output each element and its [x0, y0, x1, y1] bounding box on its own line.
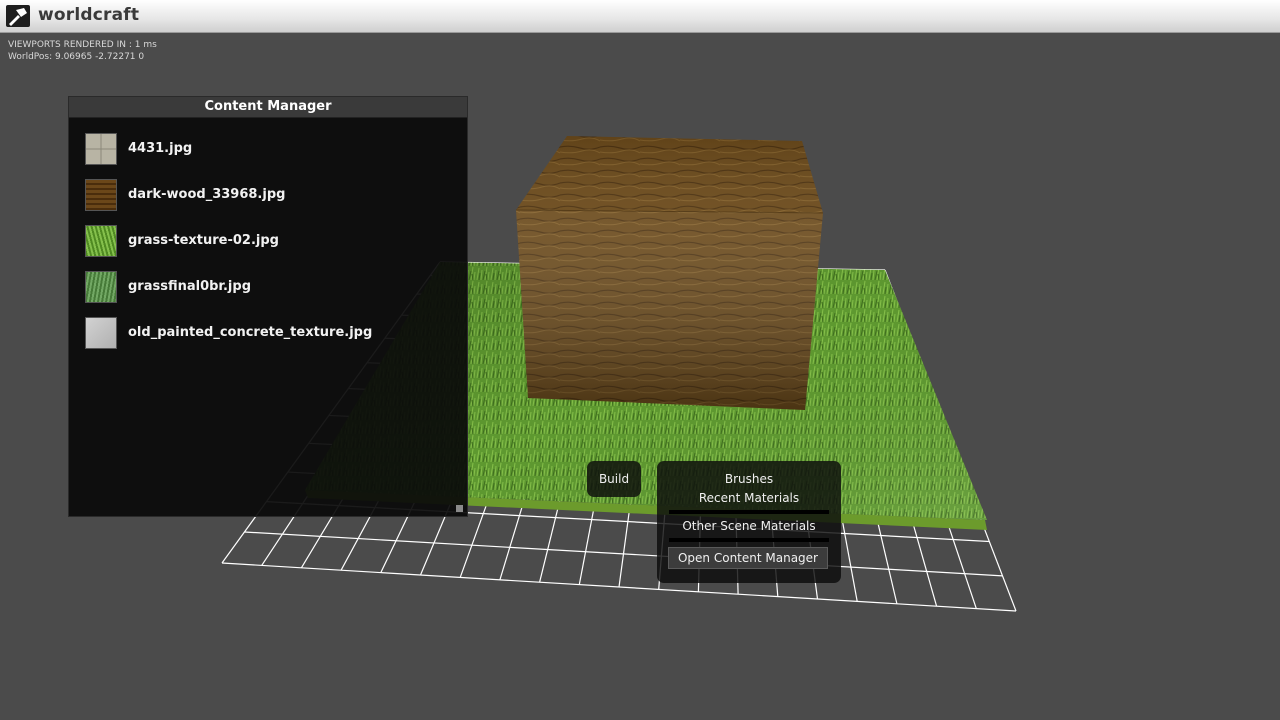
content-item[interactable]: grass-texture-02.jpg — [85, 225, 455, 259]
content-item[interactable]: 4431.jpg — [85, 133, 455, 167]
resize-handle[interactable] — [456, 505, 463, 512]
content-item[interactable]: old_painted_concrete_texture.jpg — [85, 317, 455, 351]
content-item-label: grass-texture-02.jpg — [128, 233, 279, 248]
grass-final-thumbnail — [85, 271, 117, 303]
wood-cube[interactable] — [515, 136, 824, 410]
dark-wood-thumbnail — [85, 179, 117, 211]
build-button[interactable]: Build — [587, 461, 641, 497]
separator — [669, 538, 829, 542]
content-item-label: old_painted_concrete_texture.jpg — [128, 325, 373, 340]
grass-thumbnail — [85, 225, 117, 257]
other-scene-materials-label: Other Scene Materials — [682, 519, 816, 533]
separator — [669, 510, 829, 514]
painted-concrete-thumbnail — [85, 317, 117, 349]
content-item-label: 4431.jpg — [128, 141, 193, 156]
grid-line — [244, 531, 1003, 577]
brushes-button[interactable]: Brushes — [657, 472, 841, 486]
content-manager-panel: Content Manager 4431.jpg dark-wood_33968… — [68, 96, 468, 517]
content-item-label: dark-wood_33968.jpg — [128, 187, 286, 202]
brushes-panel: Brushes Recent Materials Other Scene Mat… — [657, 461, 841, 583]
recent-materials-label: Recent Materials — [698, 491, 800, 505]
content-item[interactable]: grassfinal0br.jpg — [85, 271, 455, 305]
open-content-manager-button[interactable]: Open Content Manager — [668, 547, 828, 569]
content-manager-title[interactable]: Content Manager — [69, 97, 467, 118]
content-item-label: grassfinal0br.jpg — [128, 279, 251, 294]
content-item[interactable]: dark-wood_33968.jpg — [85, 179, 455, 213]
concrete-tile-thumbnail — [85, 133, 117, 165]
